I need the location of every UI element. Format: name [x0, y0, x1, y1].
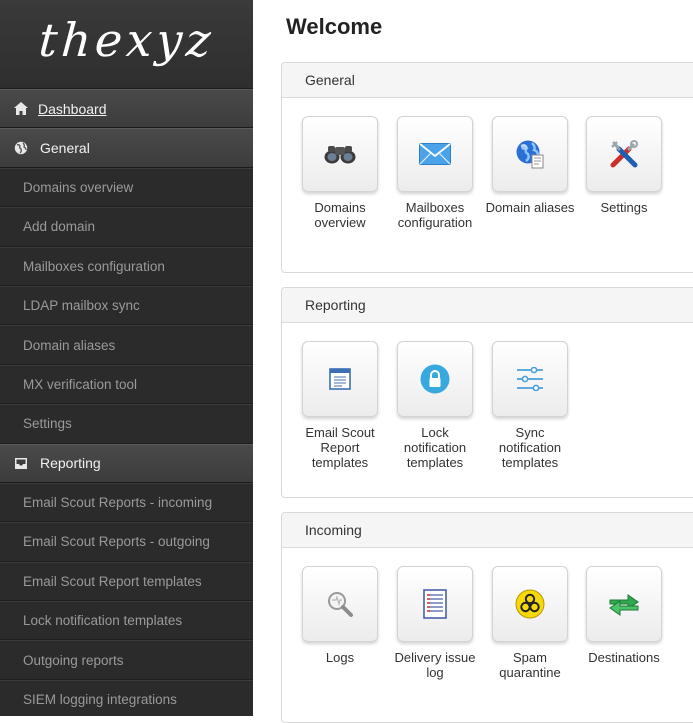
tile-domain-aliases[interactable]: Domain aliases: [484, 116, 576, 215]
logo: thexyz: [0, 0, 253, 89]
sidebar-item-label: Mailboxes configuration: [23, 258, 165, 274]
sidebar-item-label: Add domain: [23, 219, 96, 235]
sidebar-item-label: Domain aliases: [23, 337, 116, 353]
tile-label: Logs: [325, 650, 355, 665]
sidebar-item-mx-verification-tool[interactable]: MX verification tool: [0, 364, 253, 405]
sidebar: thexyz Dashboard General Domains overvie…: [0, 0, 253, 716]
tile-settings[interactable]: Settings: [578, 116, 670, 215]
sidebar-item-settings[interactable]: Settings: [0, 404, 253, 444]
lock-icon: [397, 341, 473, 417]
tile-domains-overview[interactable]: Domains overview: [294, 116, 386, 230]
sidebar-item-general[interactable]: General: [0, 128, 253, 168]
tile-destinations[interactable]: Destinations: [578, 566, 670, 665]
sidebar-item-label: Email Scout Report templates: [23, 573, 202, 589]
panel-reporting: Reporting Email Scout Report templates L…: [281, 287, 693, 498]
tile-label: Domains overview: [314, 200, 366, 230]
magnifier-icon: [302, 566, 378, 642]
sidebar-item-label: MX verification tool: [23, 376, 138, 392]
sidebar-item-ldap-mailbox-sync[interactable]: LDAP mailbox sync: [0, 285, 253, 326]
sidebar-item-label: SIEM logging integrations: [23, 692, 177, 708]
tile-logs[interactable]: Logs: [294, 566, 386, 665]
panel-incoming: Incoming Logs Delivery issue log Spam qu…: [281, 512, 693, 723]
sidebar-item-email-scout-reports-outgoing[interactable]: Email Scout Reports - outgoing: [0, 522, 253, 562]
sliders-icon: [492, 341, 568, 417]
tile-sync-notification-templates[interactable]: Sync notification templates: [484, 341, 576, 470]
tile-label: Settings: [600, 200, 648, 215]
report-template-icon: [302, 341, 378, 417]
main-content: Welcome General Domains overview Mailbox…: [253, 0, 693, 723]
sidebar-item-label: Email Scout Reports - outgoing: [23, 534, 210, 550]
sidebar-item-email-scout-report-templates[interactable]: Email Scout Report templates: [0, 561, 253, 602]
sidebar-item-siem-logging-integrations[interactable]: SIEM logging integrations: [0, 679, 253, 716]
globe-document-icon: [492, 116, 568, 192]
sidebar-item-label: LDAP mailbox sync: [23, 298, 140, 314]
sidebar-item-email-scout-reports-incoming[interactable]: Email Scout Reports - incoming: [0, 482, 253, 523]
inbox-icon: [14, 456, 28, 470]
sidebar-item-label: Lock notification templates: [23, 613, 183, 629]
tile-label: Sync notification templates: [498, 425, 562, 470]
tile-mailboxes-configuration[interactable]: Mailboxes configuration: [389, 116, 481, 230]
tools-icon: [586, 116, 662, 192]
binoculars-icon: [302, 116, 378, 192]
biohazard-icon: [492, 566, 568, 642]
arrows-icon: [586, 566, 662, 642]
sidebar-item-domains-overview[interactable]: Domains overview: [0, 167, 253, 208]
sidebar-item-label: General: [40, 140, 90, 157]
tile-label: Lock notification templates: [403, 425, 467, 470]
sidebar-item-lock-notification-templates[interactable]: Lock notification templates: [0, 601, 253, 641]
panel-general: General Domains overview Mailboxes confi…: [281, 62, 693, 273]
sidebar-item-reporting[interactable]: Reporting: [0, 443, 253, 483]
sidebar-item-label: Email Scout Reports - incoming: [23, 495, 213, 511]
sidebar-item-label: Domains overview: [23, 179, 134, 195]
panel-title: Reporting: [282, 288, 693, 323]
tile-label: Destinations: [588, 650, 660, 665]
sidebar-item-outgoing-reports[interactable]: Outgoing reports: [0, 640, 253, 680]
tile-email-scout-report-templates[interactable]: Email Scout Report templates: [294, 341, 386, 470]
sidebar-item-label: Outgoing reports: [23, 652, 124, 668]
tile-label: Mailboxes configuration: [397, 200, 473, 230]
sidebar-item-domain-aliases[interactable]: Domain aliases: [0, 325, 253, 365]
sidebar-item-dashboard[interactable]: Dashboard: [0, 89, 253, 129]
tile-lock-notification-templates[interactable]: Lock notification templates: [389, 341, 481, 470]
tile-label: Domain aliases: [485, 200, 575, 215]
tile-delivery-issue-log[interactable]: Delivery issue log: [389, 566, 481, 680]
panel-title: General: [282, 63, 693, 98]
sidebar-item-label: Dashboard: [38, 100, 107, 117]
tile-spam-quarantine[interactable]: Spam quarantine: [484, 566, 576, 680]
sidebar-item-label: Settings: [23, 416, 72, 432]
globe-icon: [14, 141, 28, 155]
logo-text: thexyz: [36, 13, 217, 67]
sidebar-item-add-domain[interactable]: Add domain: [0, 207, 253, 247]
tile-label: Delivery issue log: [394, 650, 476, 680]
envelope-icon: [397, 116, 473, 192]
document-list-icon: [397, 566, 473, 642]
home-icon: [14, 102, 28, 116]
page-title: Welcome: [286, 14, 383, 39]
sidebar-item-mailboxes-configuration[interactable]: Mailboxes configuration: [0, 246, 253, 286]
tile-label: Spam quarantine: [499, 650, 561, 680]
sidebar-item-label: Reporting: [40, 455, 101, 472]
tile-label: Email Scout Report templates: [305, 425, 375, 470]
panel-title: Incoming: [282, 513, 693, 548]
